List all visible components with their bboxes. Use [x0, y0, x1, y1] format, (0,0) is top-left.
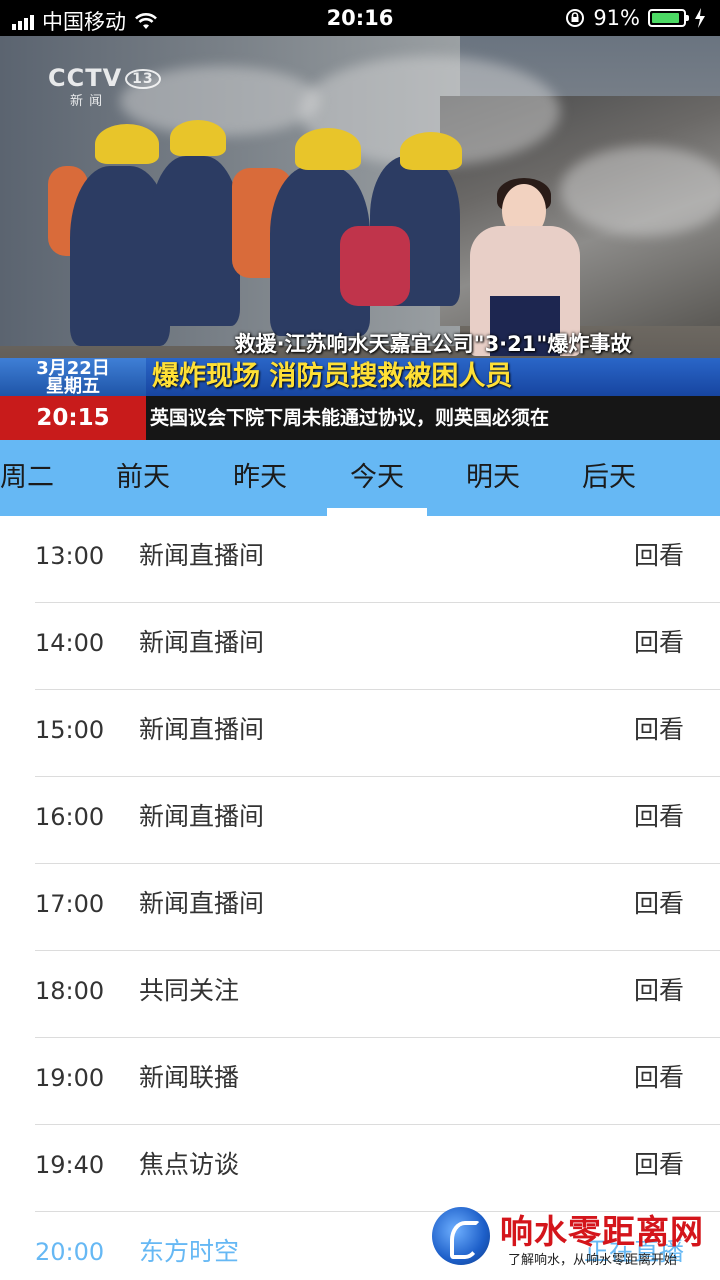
- battery-icon: [648, 9, 689, 27]
- tab-yesterday[interactable]: 昨天: [210, 440, 310, 516]
- watermark-subtitle: 了解响水，从响水零距离开始: [508, 1253, 678, 1268]
- watermark-logo-icon: [432, 1207, 490, 1265]
- program-title: 新闻联播: [139, 1063, 240, 1092]
- program-time: 19:40: [35, 1151, 105, 1179]
- program-time: 13:00: [35, 542, 105, 570]
- tab-tomorrow[interactable]: 明天: [443, 440, 543, 516]
- site-watermark: 响水零距离网 了解响水，从响水零距离开始: [430, 1205, 720, 1280]
- program-time: 18:00: [35, 977, 105, 1005]
- program-title: 新闻直播间: [139, 541, 265, 570]
- video-player[interactable]: CCTV 13 新 闻 救援·江苏响水天嘉宜公司"3·21"爆炸事故 3月22日 …: [0, 36, 720, 440]
- program-title: 新闻直播间: [139, 628, 265, 657]
- watermark-title: 响水零距离网: [500, 1212, 704, 1251]
- schedule-row[interactable]: 13:00 新闻直播间 回看: [0, 516, 720, 603]
- caption-top: 救援·江苏响水天嘉宜公司"3·21"爆炸事故: [234, 332, 632, 356]
- replay-button[interactable]: 回看: [634, 516, 684, 603]
- program-title: 新闻直播间: [139, 715, 265, 744]
- schedule-row[interactable]: 14:00 新闻直播间 回看: [0, 603, 720, 690]
- program-time: 16:00: [35, 803, 105, 831]
- caption-date: 3月22日 星期五: [0, 358, 146, 396]
- tab-tuesday[interactable]: 周二: [0, 440, 77, 516]
- battery-percent: 91%: [593, 6, 640, 30]
- schedule-row[interactable]: 19:40 焦点访谈 回看: [0, 1125, 720, 1212]
- day-tabs: 周二 前天 昨天 今天 明天 后天: [0, 440, 720, 516]
- program-title: 焦点访谈: [139, 1150, 240, 1179]
- tab-day-before-yesterday[interactable]: 前天: [93, 440, 193, 516]
- program-time: 17:00: [35, 890, 105, 918]
- schedule-row[interactable]: 16:00 新闻直播间 回看: [0, 777, 720, 864]
- caption-ticker: 英国议会下院下周未能通过协议，则英国必须在: [146, 396, 720, 440]
- schedule-row[interactable]: 18:00 共同关注 回看: [0, 951, 720, 1038]
- schedule-row[interactable]: 15:00 新闻直播间 回看: [0, 690, 720, 777]
- program-title: 东方时空: [139, 1237, 240, 1266]
- schedule-list: 13:00 新闻直播间 回看 14:00 新闻直播间 回看 15:00 新闻直播…: [0, 516, 720, 1280]
- program-time: 20:00: [35, 1238, 105, 1266]
- tab-today[interactable]: 今天: [327, 440, 427, 516]
- program-title: 新闻直播间: [139, 802, 265, 831]
- replay-button[interactable]: 回看: [634, 777, 684, 864]
- replay-button[interactable]: 回看: [634, 690, 684, 777]
- replay-button[interactable]: 回看: [634, 1038, 684, 1125]
- caption-headline: 爆炸现场 消防员搜救被困人员: [146, 358, 720, 396]
- program-time: 19:00: [35, 1064, 105, 1092]
- caption-clock: 20:15: [0, 396, 146, 440]
- schedule-row[interactable]: 19:00 新闻联播 回看: [0, 1038, 720, 1125]
- rotation-lock-icon: [566, 9, 585, 27]
- program-title: 共同关注: [139, 976, 240, 1005]
- program-title: 新闻直播间: [139, 889, 265, 918]
- channel-logo: CCTV 13 新 闻: [48, 64, 161, 109]
- replay-button[interactable]: 回看: [634, 1125, 684, 1212]
- schedule-row[interactable]: 17:00 新闻直播间 回看: [0, 864, 720, 951]
- replay-button[interactable]: 回看: [634, 864, 684, 951]
- replay-button[interactable]: 回看: [634, 603, 684, 690]
- charging-icon: [695, 8, 705, 28]
- status-bar: 中国移动 20:16 91%: [0, 0, 720, 36]
- tab-indicator: [327, 508, 427, 516]
- program-time: 14:00: [35, 629, 105, 657]
- replay-button[interactable]: 回看: [634, 951, 684, 1038]
- program-time: 15:00: [35, 716, 105, 744]
- tab-day-after-tomorrow[interactable]: 后天: [559, 440, 659, 516]
